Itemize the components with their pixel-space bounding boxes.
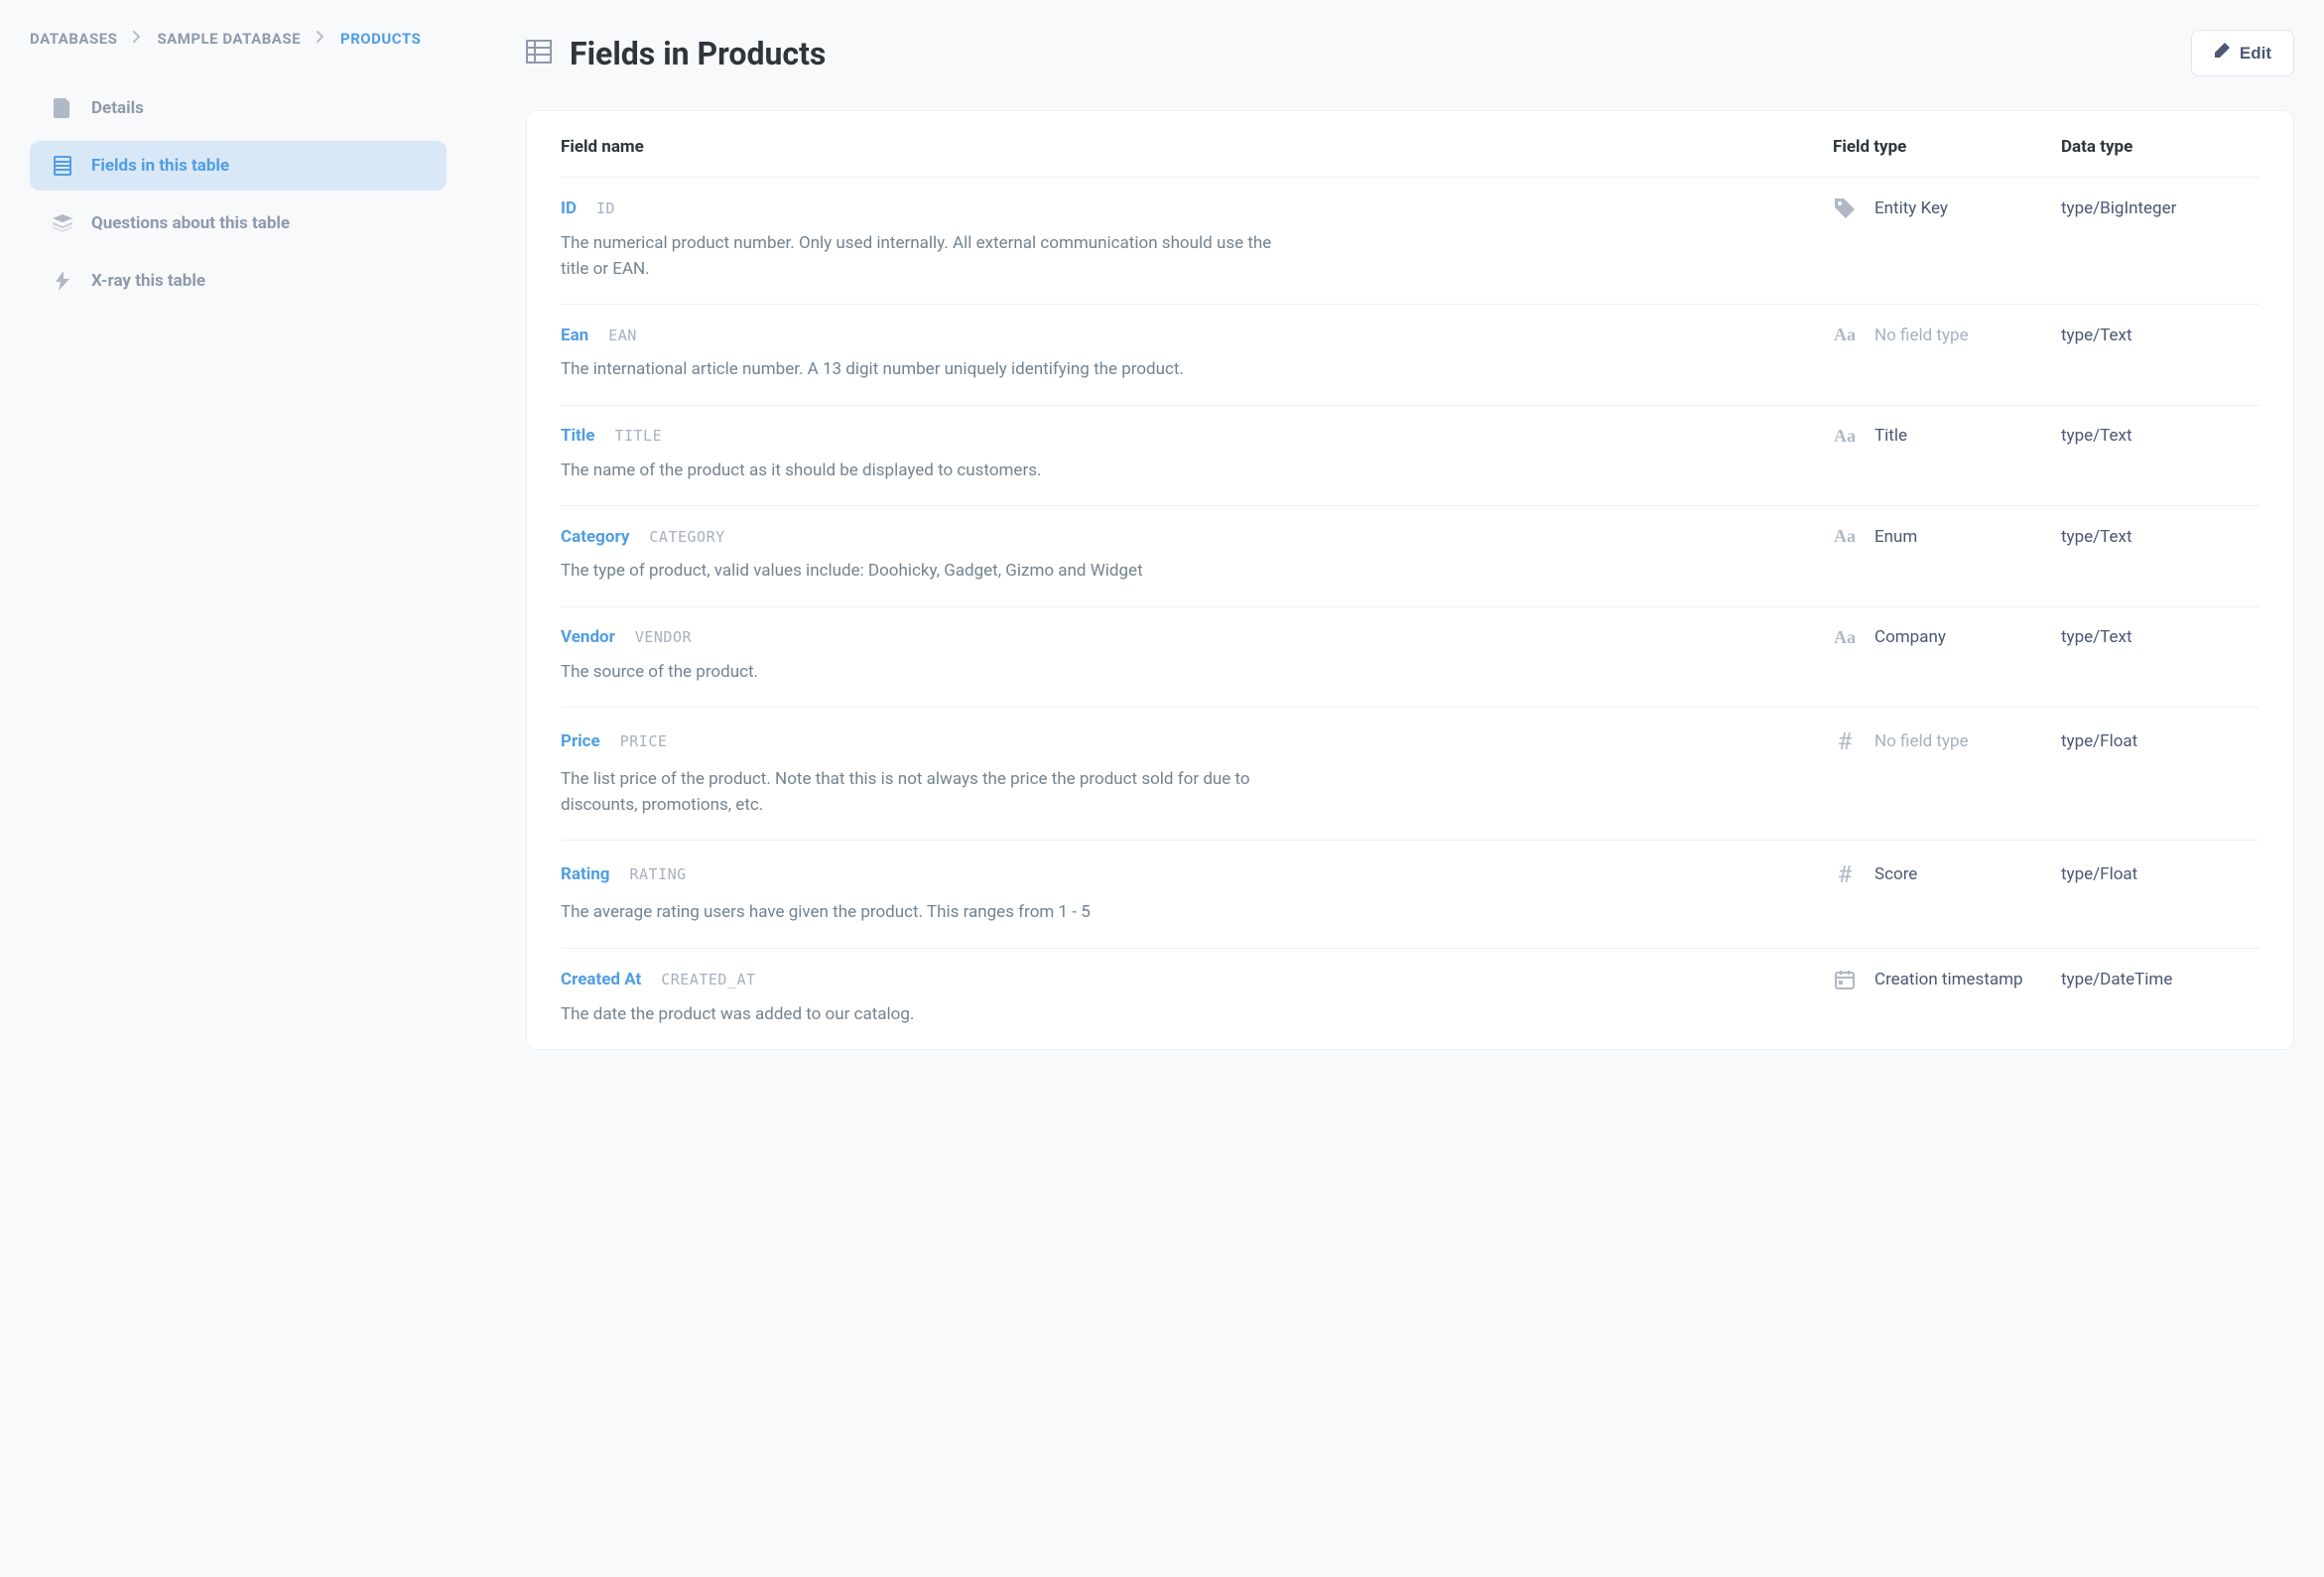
aa-icon: Aa <box>1833 325 1857 345</box>
sidebar: Details Fields in this table Questions a… <box>30 83 447 306</box>
field-type-label: Company <box>1874 627 1946 647</box>
field-row: Rating RATING # Score type/Float The ave… <box>561 840 2259 948</box>
field-db-name: CATEGORY <box>649 528 724 546</box>
bolt-icon <box>52 270 73 292</box>
field-db-name: CREATED_AT <box>661 971 755 988</box>
field-row: Price PRICE # No field type type/Float T… <box>561 707 2259 840</box>
aa-icon: Aa <box>1833 426 1857 447</box>
field-type-label: No field type <box>1874 731 1969 751</box>
field-description: The source of the product. <box>561 660 1275 686</box>
field-name-link[interactable]: Ean <box>561 326 588 345</box>
sidebar-item-label: X-ray this table <box>91 271 205 291</box>
field-description: The numerical product number. Only used … <box>561 231 1275 282</box>
field-description: The name of the product as it should be … <box>561 459 1275 484</box>
field-db-name: RATING <box>629 865 686 883</box>
field-description: The average rating users have given the … <box>561 900 1275 926</box>
sidebar-item-label: Questions about this table <box>91 213 290 233</box>
aa-icon: Aa <box>1833 526 1857 547</box>
field-data-type: type/Float <box>2061 864 2259 884</box>
field-db-name: EAN <box>608 327 637 344</box>
field-type-label: Title <box>1874 426 1907 446</box>
sidebar-item-xray[interactable]: X-ray this table <box>30 256 447 306</box>
field-description: The international article number. A 13 d… <box>561 357 1275 383</box>
edit-button[interactable]: Edit <box>2191 30 2294 76</box>
table-icon <box>526 40 552 67</box>
breadcrumb: DATABASES SAMPLE DATABASE PRODUCTS <box>30 30 447 48</box>
list-icon <box>52 155 73 177</box>
field-data-type: type/Text <box>2061 326 2259 345</box>
field-name-link[interactable]: Rating <box>561 864 609 884</box>
breadcrumb-databases[interactable]: DATABASES <box>30 30 117 48</box>
field-name-link[interactable]: ID <box>561 198 577 218</box>
field-name-link[interactable]: Price <box>561 731 600 751</box>
field-type-label: Enum <box>1874 527 1917 547</box>
field-data-type: type/Text <box>2061 527 2259 547</box>
field-data-type: type/DateTime <box>2061 970 2259 989</box>
field-type-label: Creation timestamp <box>1874 970 2023 989</box>
field-row: Ean EAN Aa No field type type/Text The i… <box>561 304 2259 405</box>
columns-header: Field name Field type Data type <box>561 111 2259 177</box>
fields-panel: Field name Field type Data type ID ID En… <box>526 110 2294 1050</box>
chevron-right-icon <box>133 31 141 47</box>
column-header-name: Field name <box>561 137 1833 157</box>
field-description: The list price of the product. Note that… <box>561 767 1275 818</box>
sidebar-item-label: Details <box>91 98 144 118</box>
field-type-label: Entity Key <box>1874 198 1948 218</box>
calendar-icon <box>1833 969 1857 990</box>
document-icon <box>52 97 73 119</box>
field-row: ID ID Entity Key type/BigInteger The num… <box>561 177 2259 304</box>
stack-icon <box>52 212 73 234</box>
field-row: Category CATEGORY Aa Enum type/Text The … <box>561 505 2259 606</box>
sidebar-item-details[interactable]: Details <box>30 83 447 133</box>
field-data-type: type/Float <box>2061 731 2259 751</box>
sidebar-item-label: Fields in this table <box>91 156 229 176</box>
field-row: Title TITLE Aa Title type/Text The name … <box>561 405 2259 506</box>
breadcrumb-products[interactable]: PRODUCTS <box>340 30 421 48</box>
page-title: Fields in Products <box>570 35 826 72</box>
sidebar-item-fields[interactable]: Fields in this table <box>30 141 447 191</box>
chevron-right-icon <box>317 31 324 47</box>
field-db-name: ID <box>596 199 615 217</box>
field-description: The date the product was added to our ca… <box>561 1002 1275 1028</box>
hash-icon: # <box>1833 860 1857 888</box>
field-name-link[interactable]: Created At <box>561 970 641 989</box>
hash-icon: # <box>1833 727 1857 755</box>
field-db-name: PRICE <box>620 732 668 750</box>
field-db-name: TITLE <box>614 427 662 445</box>
pencil-icon <box>2214 43 2230 64</box>
field-data-type: type/Text <box>2061 627 2259 647</box>
column-header-field-type: Field type <box>1833 137 2061 157</box>
field-name-link[interactable]: Category <box>561 527 629 547</box>
column-header-data-type: Data type <box>2061 137 2259 157</box>
sidebar-item-questions[interactable]: Questions about this table <box>30 198 447 248</box>
field-db-name: VENDOR <box>635 628 692 646</box>
aa-icon: Aa <box>1833 627 1857 648</box>
field-data-type: type/BigInteger <box>2061 198 2259 218</box>
field-type-label: No field type <box>1874 326 1969 345</box>
field-name-link[interactable]: Vendor <box>561 627 615 647</box>
field-type-label: Score <box>1874 864 1917 884</box>
field-row: Vendor VENDOR Aa Company type/Text The s… <box>561 606 2259 708</box>
breadcrumb-sample-database[interactable]: SAMPLE DATABASE <box>157 30 301 48</box>
field-description: The type of product, valid values includ… <box>561 559 1275 585</box>
field-name-link[interactable]: Title <box>561 426 594 446</box>
field-row: Created At CREATED_AT Creation timestamp… <box>561 948 2259 1050</box>
tag-icon <box>1833 197 1857 219</box>
edit-button-label: Edit <box>2240 44 2271 64</box>
field-data-type: type/Text <box>2061 426 2259 446</box>
